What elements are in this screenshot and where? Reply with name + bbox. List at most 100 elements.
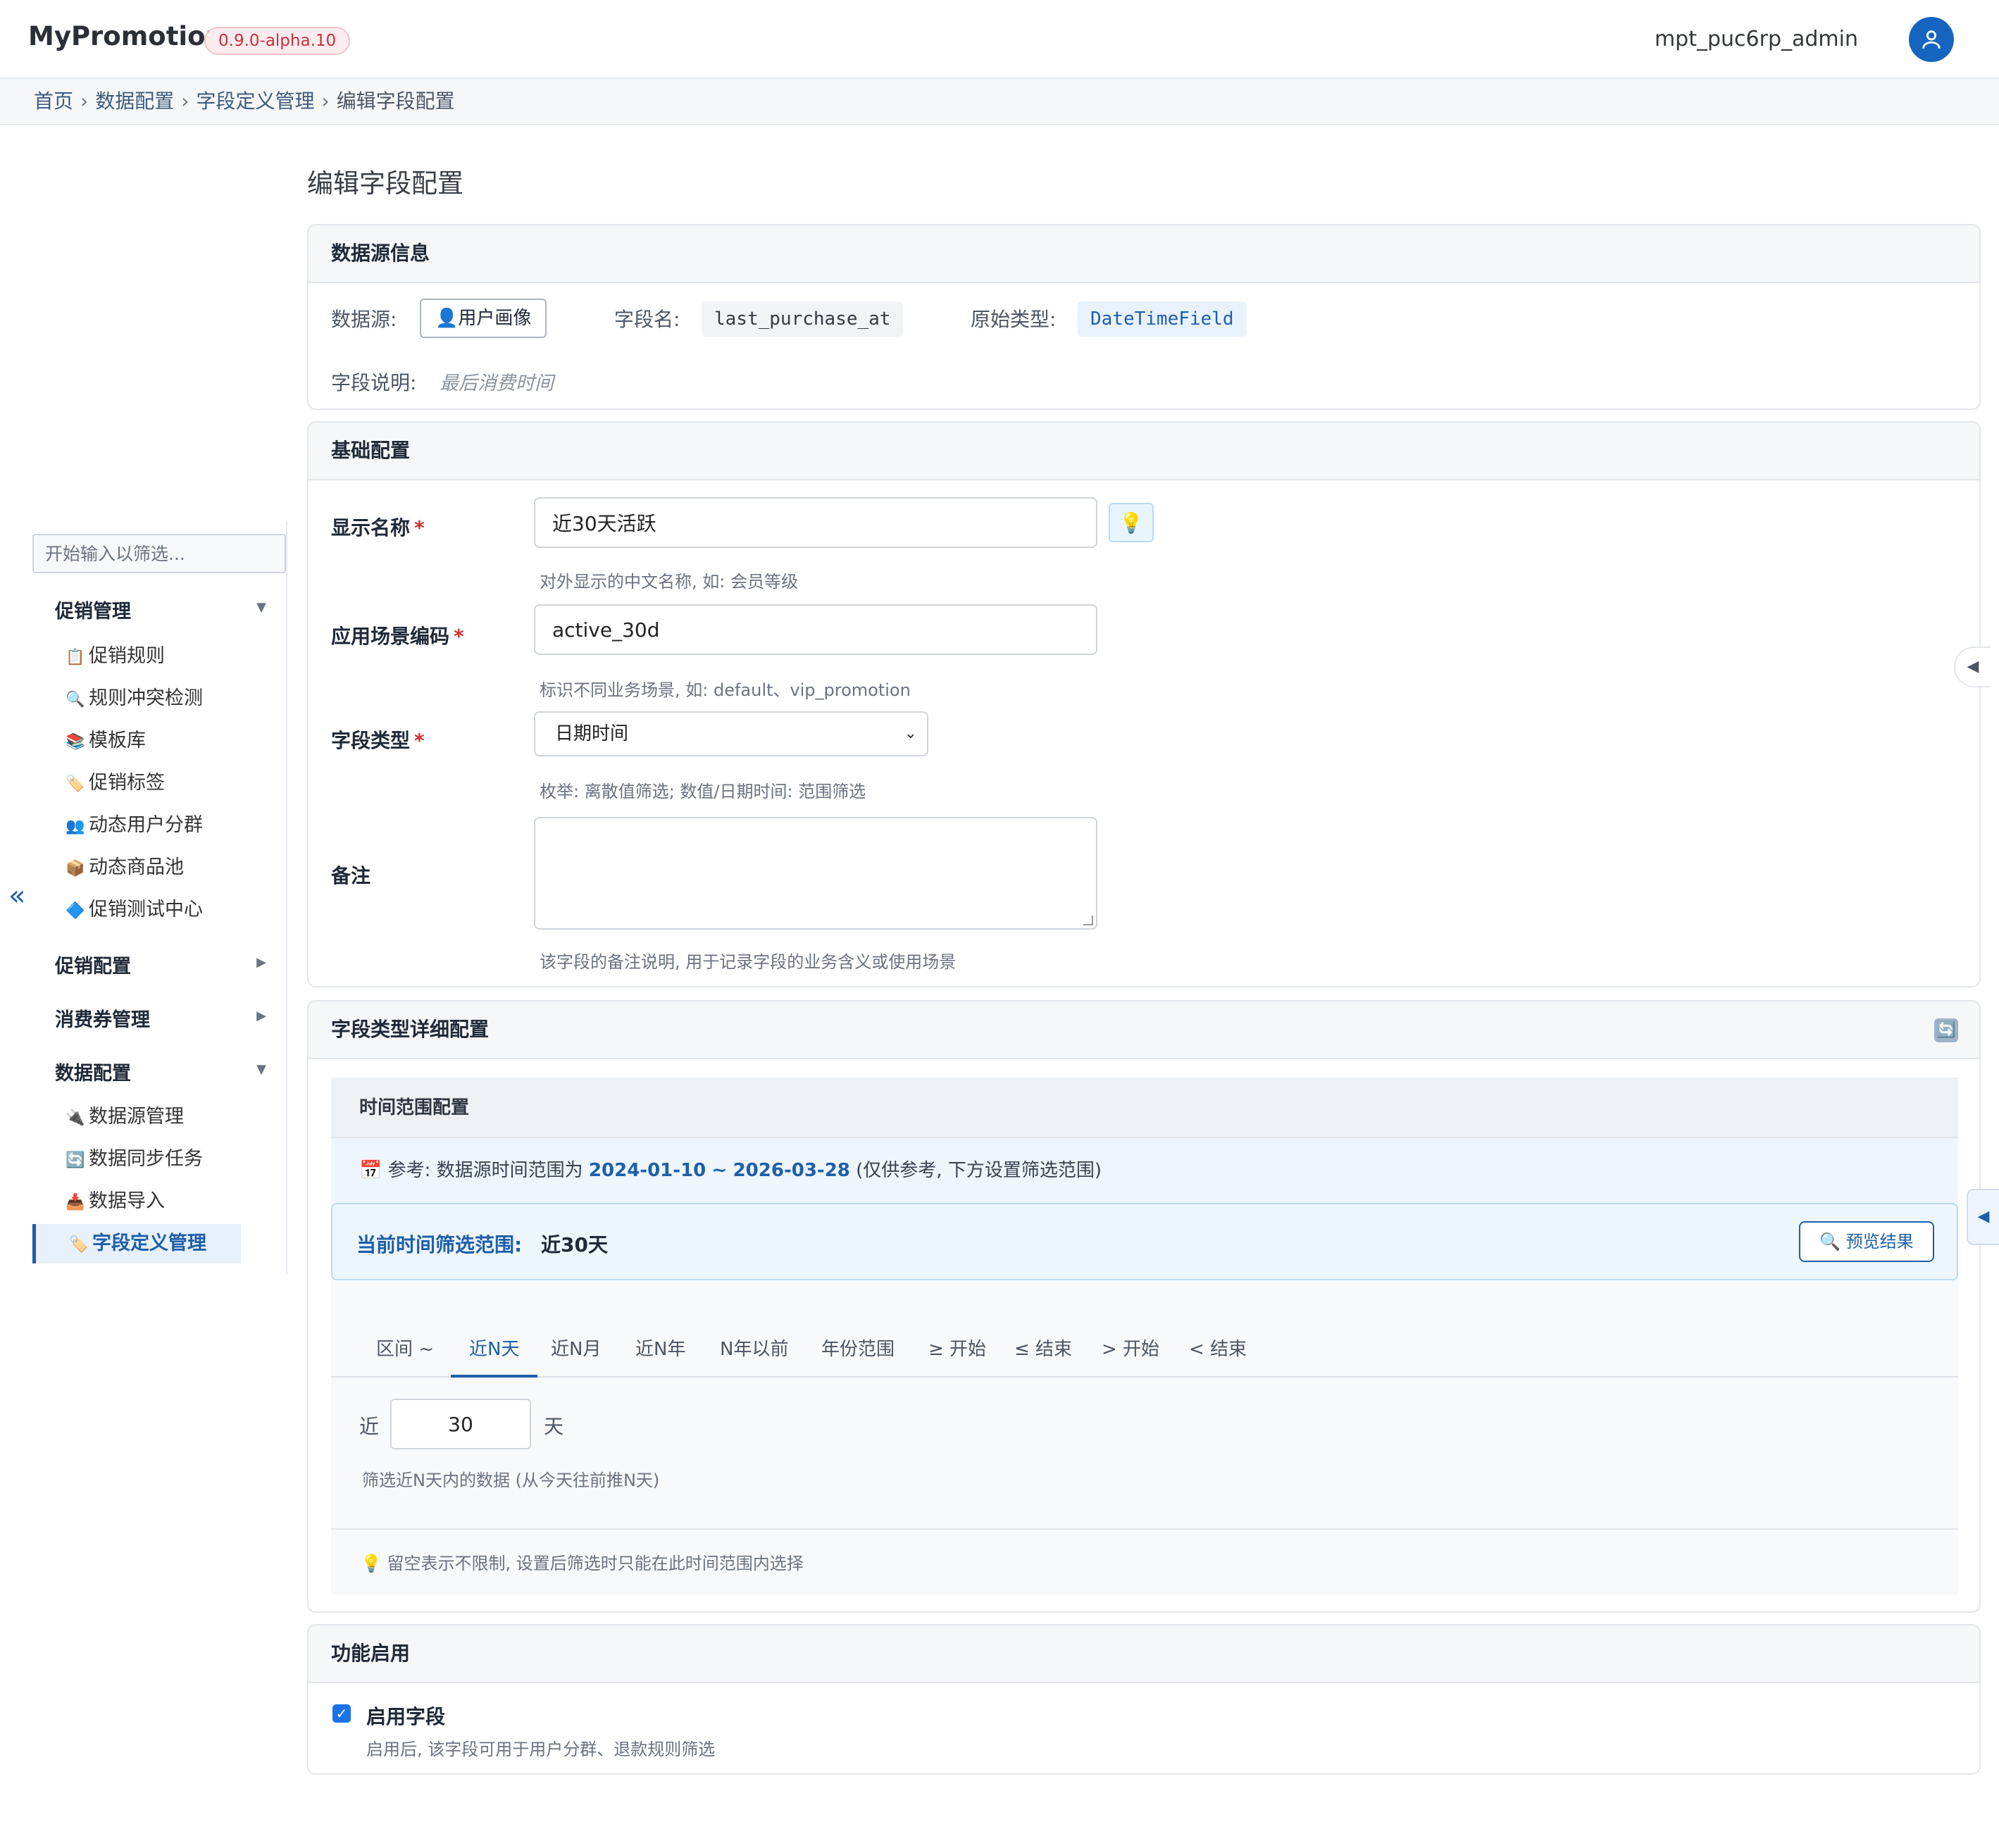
current-range-label: 当前时间筛选范围: — [356, 1233, 523, 1256]
days-count-input[interactable] — [390, 1399, 531, 1449]
tab-last-n-years[interactable]: 近N年 — [635, 1335, 685, 1378]
ref-tilde: ~ — [711, 1160, 728, 1181]
lightbulb-icon[interactable]: 💡 — [1109, 503, 1154, 542]
breadcrumb-separator: › — [181, 89, 189, 113]
scene-code-label: 应用场景编码 * — [331, 621, 464, 649]
sidebar-item-label: 规则冲突检测 — [89, 687, 203, 709]
range-tip-text: 留空表示不限制, 设置后筛选时只能在此时间范围内选择 — [387, 1554, 804, 1573]
sidebar-item-label: 数据源管理 — [89, 1106, 184, 1128]
time-range-panel: 时间范围配置 📅 参考: 数据源时间范围为 2024-01-10 ~ 2026-… — [331, 1078, 1958, 1594]
sidebar-item-label: 促销标签 — [89, 772, 165, 794]
label-text: 字段类型 — [331, 729, 411, 752]
remark-textarea[interactable] — [534, 817, 1097, 930]
lightbulb-icon: 💡 — [361, 1554, 382, 1573]
card-title: 数据源信息 — [309, 225, 1979, 283]
users-icon: 👥 — [66, 818, 85, 835]
tab-last-n-months[interactable]: 近N月 — [551, 1335, 601, 1378]
sidebar-item-promotion-rules[interactable]: 📋 促销规则 — [65, 637, 241, 676]
resize-handle-icon[interactable] — [1083, 916, 1093, 925]
sidebar-item-label: 动态用户分群 — [89, 814, 203, 836]
required-mark: * — [454, 625, 464, 648]
ref-suffix: (仅供参考, 下方设置筛选范围) — [856, 1160, 1102, 1181]
refresh-icon[interactable]: 🔄 — [1934, 1018, 1958, 1042]
tab-gt-start[interactable]: > 开始 — [1102, 1335, 1159, 1378]
display-name-input[interactable] — [534, 497, 1097, 548]
user-avatar[interactable] — [1909, 17, 1954, 62]
remark-help: 该字段的备注说明, 用于记录字段的业务含义或使用场景 — [540, 952, 957, 972]
nav-group-coupon-management[interactable]: 消费券管理 ▶ — [55, 1004, 266, 1032]
version-badge: 0.9.0-alpha.10 — [204, 27, 351, 55]
ref-start-date: 2024-01-10 — [588, 1160, 706, 1181]
sidebar-item-label: 数据同步任务 — [89, 1148, 203, 1170]
enable-field-checkbox[interactable]: ✓ — [332, 1704, 351, 1723]
range-mode-tabs: 区间 ~ 近N天 近N月 近N年 N年以前 年份范围 ≥ 开始 ≤ 结束 > 开… — [331, 1327, 1958, 1378]
field-type-select[interactable]: 日期时间 ⌄ — [534, 711, 928, 756]
sidebar-item-label: 字段定义管理 — [92, 1232, 206, 1254]
caret-down-icon: ▼ — [256, 1062, 266, 1077]
sidebar-filter-input[interactable] — [32, 534, 286, 573]
nav-group-promotion-management[interactable]: 促销管理 ▼ — [55, 596, 266, 623]
tab-gte-start[interactable]: ≥ 开始 — [928, 1335, 986, 1378]
sidebar-item-template-library[interactable]: 📚 模板库 — [65, 721, 241, 761]
sidebar-divider — [286, 521, 287, 1275]
tab-lt-end[interactable]: < 结束 — [1189, 1335, 1247, 1378]
sidebar-item-promotion-tags[interactable]: 🏷️ 促销标签 — [65, 763, 241, 803]
breadcrumb-field-definitions[interactable]: 字段定义管理 — [196, 89, 314, 113]
breadcrumb: 首页 › 数据配置 › 字段定义管理 › 编辑字段配置 — [0, 79, 1999, 125]
required-mark: * — [414, 516, 425, 539]
reference-range-row: 📅 参考: 数据源时间范围为 2024-01-10 ~ 2026-03-28 (… — [331, 1138, 1958, 1203]
tab-n-years-ago[interactable]: N年以前 — [720, 1335, 788, 1378]
brand-logo[interactable]: MyPromotion — [28, 21, 224, 51]
tab-interval[interactable]: 区间 ~ — [376, 1335, 434, 1378]
ref-prefix: 参考: 数据源时间范围为 — [387, 1160, 583, 1181]
sidebar-collapse-button[interactable]: « — [8, 882, 25, 910]
sidebar-item-product-pool[interactable]: 📦 动态商品池 — [65, 848, 241, 887]
breadcrumb-data-config[interactable]: 数据配置 — [95, 89, 174, 113]
tab-year-range[interactable]: 年份范围 — [821, 1335, 895, 1378]
sidebar-item-data-import[interactable]: 📥 数据导入 — [65, 1182, 241, 1221]
ref-end-date: 2026-03-28 — [733, 1160, 850, 1181]
sidebar-item-rule-conflict[interactable]: 🔍 规则冲突检测 — [65, 679, 241, 718]
tag-icon: 🏷️ — [66, 775, 85, 793]
type-detail-card: 字段类型详细配置 🔄 时间范围配置 📅 参考: 数据源时间范围为 2024-01… — [307, 1000, 1981, 1613]
username[interactable]: mpt_puc6rp_admin — [1655, 27, 1858, 51]
feature-enable-card: 功能启用 ✓ 启用字段 启用后, 该字段可用于用户分群、退款规则筛选 — [307, 1624, 1981, 1775]
field-type-label: 字段类型 * — [331, 725, 425, 754]
sidebar-item-data-sources[interactable]: 🔌 数据源管理 — [65, 1097, 241, 1137]
scene-code-help: 标识不同业务场景, 如: default、vip_promotion — [540, 680, 911, 700]
sync-icon: 🔄 — [66, 1151, 85, 1169]
sidebar-item-field-definitions[interactable]: 🏷️ 字段定义管理 — [32, 1224, 241, 1263]
nav-group-label: 促销管理 — [55, 601, 131, 623]
top-header: MyPromotion 0.9.0-alpha.10 mpt_puc6rp_ad… — [0, 0, 1999, 79]
sidebar-item-test-center[interactable]: 🔷 促销测试中心 — [65, 890, 241, 930]
plug-icon: 🔌 — [66, 1109, 85, 1127]
sidebar-item-label: 促销规则 — [89, 645, 165, 667]
enable-field-label[interactable]: 启用字段 — [366, 1702, 445, 1730]
magnifier-icon: 🔍 — [66, 691, 85, 708]
scene-code-input[interactable] — [534, 604, 1097, 655]
remark-label: 备注 — [331, 864, 371, 887]
field-name-label: 字段名: — [614, 308, 680, 331]
enable-field-help: 启用后, 该字段可用于用户分群、退款规则筛选 — [366, 1740, 716, 1759]
card-title-text: 字段类型详细配置 — [331, 1018, 490, 1041]
caret-right-icon: ▶ — [256, 955, 266, 970]
diamond-icon: 🔷 — [66, 902, 85, 920]
tab-last-n-days[interactable]: 近N天 — [451, 1335, 538, 1378]
side-panel-toggle-icon[interactable]: ◀ — [1954, 647, 1991, 687]
side-drawer-toggle-icon[interactable]: ◀ — [1967, 1189, 1999, 1245]
breadcrumb-home[interactable]: 首页 — [34, 89, 73, 113]
preview-results-button[interactable]: 🔍 预览结果 — [1799, 1221, 1934, 1262]
sidebar-item-sync-tasks[interactable]: 🔄 数据同步任务 — [65, 1140, 241, 1179]
inbox-icon: 📥 — [66, 1194, 85, 1211]
days-prefix: 近 — [359, 1415, 380, 1438]
raw-type-label: 原始类型: — [971, 308, 1057, 331]
tab-lte-end[interactable]: ≤ 结束 — [1014, 1335, 1072, 1378]
sidebar-item-label: 数据导入 — [89, 1190, 165, 1212]
card-title: 功能启用 — [309, 1625, 1979, 1683]
sidebar-item-user-segments[interactable]: 👥 动态用户分群 — [65, 806, 241, 845]
breadcrumb-current: 编辑字段配置 — [336, 89, 455, 113]
datasource-chip[interactable]: 👤用户画像 — [420, 299, 547, 338]
nav-group-promotion-config[interactable]: 促销配置 ▶ — [55, 951, 266, 978]
nav-group-data-config[interactable]: 数据配置 ▼ — [55, 1058, 266, 1085]
tag-icon: 🏷️ — [69, 1236, 89, 1254]
